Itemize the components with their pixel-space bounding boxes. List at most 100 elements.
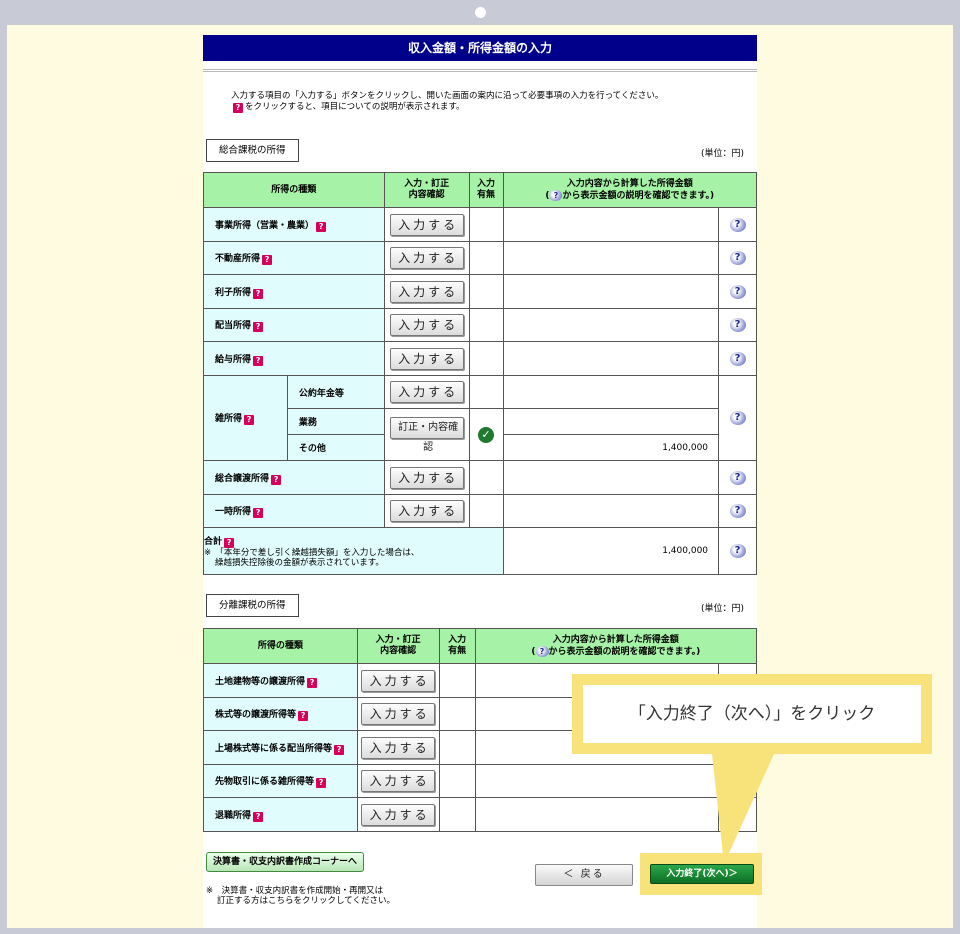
- amount-cell: [502, 207, 720, 242]
- header-action: 入力・訂正 内容確認: [383, 172, 470, 208]
- question-icon[interactable]: ?: [729, 411, 746, 425]
- header-presence: 入力 有無: [438, 628, 476, 664]
- input-button[interactable]: 入力する: [361, 703, 436, 725]
- total-label: 合計? ※ 「本年分で差し引く繰越損失額」を入力した場合は、 繰越損失控除後の金…: [203, 527, 504, 575]
- input-button[interactable]: 入力する: [389, 347, 464, 370]
- question-icon[interactable]: ?: [729, 217, 746, 232]
- question-icon[interactable]: ?: [729, 504, 746, 518]
- callout-tail: [712, 754, 774, 864]
- help-icon[interactable]: ?: [224, 538, 235, 548]
- help-icon[interactable]: ?: [334, 744, 345, 755]
- header-type: 所得の種類: [203, 172, 385, 208]
- row-label: 総合譲渡所得?: [203, 460, 385, 495]
- header-amount: 入力内容から計算した所得金額(? から表示金額の説明を確認できます。): [474, 628, 758, 664]
- amount-cell: [502, 308, 720, 342]
- help-icon[interactable]: ?: [271, 474, 282, 485]
- question-icon[interactable]: ?: [729, 318, 746, 332]
- table-row: 事業所得（営業・農業）? 入力する ?: [203, 207, 757, 242]
- section-sogo-label: 総合課税の所得: [206, 139, 299, 162]
- question-icon[interactable]: ?: [729, 351, 746, 366]
- question-icon[interactable]: ?: [729, 284, 746, 299]
- row-label: 不動産所得?: [203, 241, 385, 275]
- question-icon[interactable]: ?: [729, 470, 746, 485]
- help-icon[interactable]: ?: [253, 508, 264, 518]
- next-button[interactable]: 入力終了(次へ)＞: [650, 864, 754, 884]
- callout-text: 「入力終了（次へ）」をクリック: [583, 685, 921, 743]
- help-icon[interactable]: ?: [307, 677, 318, 688]
- input-button[interactable]: 入力する: [389, 314, 464, 336]
- row-label: 株式等の譲渡所得等?: [203, 697, 358, 731]
- sogo-header-row: 所得の種類 入力・訂正 内容確認 入力 有無 入力内容から計算した所得金額(? から表…: [203, 172, 757, 208]
- input-button[interactable]: 入力する: [361, 736, 436, 759]
- input-button[interactable]: 入力する: [361, 669, 436, 692]
- sub-label: 業務: [286, 408, 385, 435]
- row-label: 土地建物等の譲渡所得?: [203, 663, 358, 698]
- unit-label-bunri: (単位：円): [701, 604, 745, 614]
- row-label: 一時所得?: [203, 494, 385, 528]
- back-button[interactable]: ＜ 戻る: [535, 864, 633, 886]
- table-row: 給与所得? 入力する ?: [203, 341, 757, 376]
- question-icon: ?: [535, 645, 549, 657]
- title-rule: [203, 69, 757, 72]
- help-icon[interactable]: ?: [298, 711, 309, 721]
- row-label: 先物取引に係る雑所得等?: [203, 764, 358, 798]
- table-row: 雑所得? 公約年金等 入力する ?: [203, 375, 757, 461]
- header-presence: 入力 有無: [468, 172, 504, 208]
- bunri-header-row: 所得の種類 入力・訂正 内容確認 入力 有無 入力内容から計算した所得金額(? から表…: [203, 628, 758, 664]
- help-icon[interactable]: ?: [244, 415, 255, 425]
- section-bunri-label: 分離課税の所得: [206, 594, 299, 617]
- page-title: 収入金額・所得金額の入力: [203, 35, 757, 61]
- input-button[interactable]: 入力する: [361, 803, 436, 826]
- camera-dot: [475, 7, 486, 18]
- input-button[interactable]: 入力する: [389, 213, 464, 236]
- sogo-table: 所得の種類 入力・訂正 内容確認 入力 有無 入力内容から計算した所得金額(? から表…: [203, 172, 757, 575]
- help-icon: ?: [233, 103, 243, 113]
- amount-cell: [502, 341, 720, 376]
- question-icon[interactable]: ?: [729, 544, 746, 558]
- sub-label: その他: [286, 434, 385, 461]
- row-label: 事業所得（営業・農業）?: [203, 207, 385, 242]
- total-row: 合計? ※ 「本年分で差し引く繰越損失額」を入力した場合は、 繰越損失控除後の金…: [203, 527, 757, 575]
- row-label-zatsu: 雑所得?: [203, 375, 288, 461]
- input-button[interactable]: 入力する: [389, 247, 464, 269]
- input-button[interactable]: 入力する: [389, 280, 464, 303]
- question-icon[interactable]: ?: [729, 251, 746, 265]
- input-button[interactable]: 入力する: [361, 770, 436, 792]
- table-row: 総合譲渡所得? 入力する ?: [203, 460, 757, 495]
- sub-label: 公約年金等: [286, 375, 385, 409]
- input-button[interactable]: 入力する: [389, 500, 464, 522]
- table-row: 配当所得? 入力する ?: [203, 308, 757, 342]
- help-icon[interactable]: ?: [253, 811, 264, 822]
- instructions: 入力する項目の「入力する」ボタンをクリックし、開いた画面の案内に沿って必要事項の…: [231, 91, 663, 113]
- input-button[interactable]: 入力する: [389, 466, 464, 489]
- help-icon[interactable]: ?: [253, 355, 264, 366]
- help-icon[interactable]: ?: [262, 255, 273, 265]
- header-action: 入力・訂正 内容確認: [356, 628, 440, 664]
- row-label: 利子所得?: [203, 274, 385, 309]
- help-icon[interactable]: ?: [316, 221, 327, 232]
- input-button[interactable]: 入力する: [389, 381, 464, 403]
- footer-note: ※ 決算書・収支内訳書を作成開始・再開又は 訂正する方はこちらをクリックしてくだ…: [206, 886, 395, 906]
- instruction-line2: をクリックすると、項目についての説明が表示されます。: [245, 102, 465, 112]
- header-amount: 入力内容から計算した所得金額(? から表示金額の説明を確認できます。): [502, 172, 757, 208]
- help-icon[interactable]: ?: [316, 778, 327, 788]
- unit-label-sogo: (単位：円): [701, 149, 745, 159]
- help-icon[interactable]: ?: [253, 288, 264, 299]
- row-label: 上場株式等に係る配当所得等?: [203, 730, 358, 765]
- edit-confirm-button[interactable]: 訂正・内容確認: [389, 416, 464, 453]
- row-label: 配当所得?: [203, 308, 385, 342]
- table-row: 業務 訂正・内容確認 ✓: [204, 408, 757, 461]
- table-row: 不動産所得? 入力する ?: [203, 241, 757, 275]
- check-icon: ✓: [478, 426, 495, 443]
- question-icon: ?: [549, 189, 563, 201]
- total-amount: 1,400,000: [502, 527, 720, 575]
- kessan-corner-button[interactable]: 決算書・収支内訳書作成コーナーへ: [206, 852, 365, 872]
- table-row: 一時所得? 入力する ?: [203, 494, 757, 528]
- help-icon[interactable]: ?: [253, 322, 264, 332]
- table-row: 先物取引に係る雑所得等? 入力する: [203, 764, 757, 798]
- amount-cell: [502, 274, 720, 309]
- amount-cell: [502, 241, 720, 275]
- table-row: 退職所得? 入力する: [203, 797, 757, 832]
- row-label: 給与所得?: [203, 341, 385, 376]
- header-type: 所得の種類: [203, 628, 358, 664]
